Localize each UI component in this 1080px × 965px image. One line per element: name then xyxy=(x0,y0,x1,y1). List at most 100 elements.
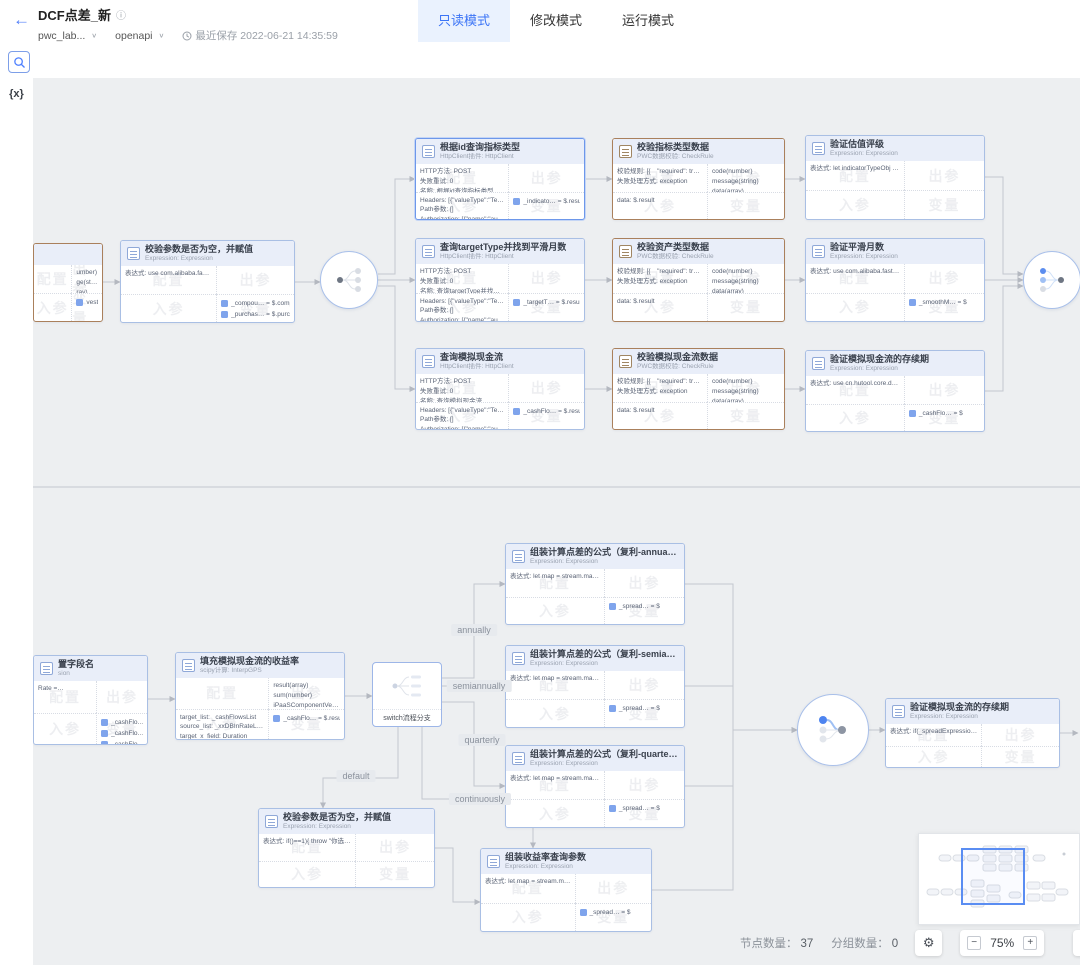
node-title: 组装计算点差的公式（复利-annualy） xyxy=(530,547,678,558)
node-header-text: 根据id查询指标类型HttpClient插件: HttpClient xyxy=(440,142,520,161)
edge-label: semiannually xyxy=(447,680,512,692)
quadrant-watermark: 出参 xyxy=(605,671,684,699)
variable-tag: _cashFlo… = InterestRate xyxy=(101,717,143,728)
node-quadrant: 配置表达式: let map = stream.map()… xyxy=(506,569,604,596)
flow-node[interactable]: 置字段名sion配置Rate =…出参入参变量_cashFlo… = Inter… xyxy=(33,655,148,745)
node-body: 配置校验规则: [{ "required": tru…失败处理方式: excep… xyxy=(613,374,784,429)
node-subtitle: Expression: Expression xyxy=(283,823,391,831)
flow-node[interactable]: 校验指标类型数据PWC数据校验: CheckRule配置校验规则: [{ "re… xyxy=(612,138,785,220)
back-icon[interactable]: ← xyxy=(13,10,30,30)
quadrant-watermark: 入参 xyxy=(806,294,904,321)
chevron-down-icon: ∨ xyxy=(91,32,97,39)
flow-node[interactable]: 根据id查询指标类型HttpClient插件: HttpClient配置HTTP… xyxy=(415,138,585,220)
node-header-text: 验证估值评级Expression: Expression xyxy=(830,139,898,158)
node-quadrant: 入参data: $.result xyxy=(613,293,707,321)
variable-tag: _cashFlo… = $.result.dat… xyxy=(513,406,580,417)
flow-node[interactable]: 校验参数是否为空，并赋值Expression: Expression配置表达式:… xyxy=(120,240,295,323)
quadrant-watermark: 出参 xyxy=(97,681,147,712)
quadrant-watermark: 出参 xyxy=(509,164,584,191)
search-button[interactable] xyxy=(8,51,30,73)
zoom-out-button[interactable]: − xyxy=(967,936,981,950)
flow-node[interactable]: 验证估值评级Expression: Expression 配置表达式: let i… xyxy=(805,135,985,220)
variable-icon xyxy=(221,311,228,318)
node-quadrant: 变量_targetT… = $.result.data xyxy=(508,293,584,321)
expression-panel-icon[interactable]: {x} xyxy=(0,88,33,100)
flow-node[interactable]: 验证模拟现金流的存续期Expression: Expression配置表达式: … xyxy=(885,698,1060,768)
quadrant-watermark: 出参 xyxy=(905,161,984,190)
node-header-text: 校验参数是否为空，并赋值Expression: Expression xyxy=(145,244,253,263)
node-body: 配置表达式: let map = stream.map()…出参入参变量_spr… xyxy=(506,771,684,827)
flow-node[interactable]: 验证平滑月数Expression: Expression配置表达式: use c… xyxy=(805,238,985,322)
clock-icon xyxy=(182,31,192,41)
flow-node[interactable]: 组装计算点差的公式（复利-semiannually）Expression: Ex… xyxy=(505,645,685,728)
flow-node[interactable]: 校验资产类型数据PWC数据校验: CheckRule配置校验规则: [{ "re… xyxy=(612,238,785,322)
node-quadrant: 配置表达式: let map = stream.map()… xyxy=(506,771,604,799)
node-quadrant: 配置HTTP方法: POST失败重试: 0名称: 查询模拟现金流ConnectT… xyxy=(416,374,508,401)
flow-node[interactable]: 组装计算点差的公式（复利-quarterly）Expression: Expre… xyxy=(505,745,685,828)
join-gateway[interactable] xyxy=(1023,251,1080,309)
merge-gateway[interactable] xyxy=(797,694,869,766)
node-body: 配置出参umber)ge(string)ray)入参变量vestm… = _in… xyxy=(34,265,102,321)
variable-tag: _spread… = $ xyxy=(580,907,648,918)
node-quadrant: 出参 xyxy=(604,671,684,699)
node-quadrant: 入参 xyxy=(806,190,904,219)
node-quadrant: 出参 xyxy=(904,161,984,190)
split-gateway[interactable] xyxy=(320,251,378,309)
node-subtitle: Expression: Expression xyxy=(830,150,898,158)
flow-node[interactable]: 校验参数是否为空，并赋值Expression: Expression配置表达式:… xyxy=(258,808,435,888)
variable-icon xyxy=(609,603,616,610)
variable-icon xyxy=(609,705,616,712)
node-title: 根据id查询指标类型 xyxy=(440,142,520,153)
flow-node[interactable]: 组装计算点差的公式（复利-annualy）Expression: Express… xyxy=(505,543,685,625)
node-header: 校验资产类型数据PWC数据校验: CheckRule xyxy=(613,239,784,264)
flow-node[interactable]: 填充模拟现金流的收益率scipy计算: InterpGPS配置出参result(… xyxy=(175,652,345,740)
node-title: 置字段名 xyxy=(58,659,94,670)
node-quadrant: 出参 xyxy=(604,771,684,799)
node-header-text: 组装计算点差的公式（复利-annualy）Expression: Express… xyxy=(530,547,678,566)
quadrant-watermark: 配置 xyxy=(34,265,71,293)
node-quadrant: 配置表达式: let map = stream.map()… xyxy=(506,671,604,699)
node-body: 配置表达式: let map = stream.map()…出参入参变量_spr… xyxy=(506,671,684,727)
flow-node[interactable]: 配置出参umber)ge(string)ray)入参变量vestm… = _in… xyxy=(33,243,103,322)
flow-node[interactable]: 组装收益率查询参数Expression: Expression配置表达式: le… xyxy=(480,848,652,932)
zoom-in-button[interactable]: + xyxy=(1023,936,1037,950)
node-quadrant: 变量 xyxy=(707,402,784,429)
left-sidebar: {x} xyxy=(0,78,33,965)
flow-node[interactable]: 验证模拟现金流的存续期Expression: Expression配置表达式: … xyxy=(805,350,985,432)
variable-icon xyxy=(513,198,520,205)
node-subtitle: HttpClient插件: HttpClient xyxy=(440,363,514,371)
minimap[interactable] xyxy=(918,833,1080,925)
flow-edge xyxy=(985,286,1023,391)
node-title: 填充模拟现金流的收益率 xyxy=(200,656,299,667)
info-icon[interactable]: ⓘ xyxy=(116,7,126,22)
node-body: 配置HTTP方法: POST失败重试: 0名称: 查询targetType并找到… xyxy=(416,264,584,321)
zoom-level: 75% xyxy=(990,936,1014,950)
api-select[interactable]: openapi xyxy=(115,30,152,42)
minimap-viewport[interactable] xyxy=(961,848,1025,905)
component-icon xyxy=(182,659,195,672)
flow-edge xyxy=(685,584,797,730)
flow-node[interactable]: 查询模拟现金流HttpClient插件: HttpClient配置HTTP方法:… xyxy=(415,348,585,430)
flow-canvas[interactable]: 节点数量：37 分组数量：0 ⚙ − 75% + 配置出参umber)ge(st… xyxy=(33,78,1080,965)
flow-node[interactable]: 校验模拟现金流数据PWC数据校验: CheckRule配置校验规则: [{ "r… xyxy=(612,348,785,430)
flow-edge xyxy=(985,177,1023,274)
node-title: 验证模拟现金流的存续期 xyxy=(830,354,929,365)
node-quadrant: 配置表达式: let indicatorTypeObj = _i… xyxy=(806,161,904,190)
edge-label: continuously xyxy=(449,793,511,805)
tab-read-mode[interactable]: 只读模式 xyxy=(418,0,510,42)
node-quadrant: 变量vestm… = _investm… xyxy=(71,293,102,321)
quadrant-watermark: 出参 xyxy=(605,569,684,596)
switch-node[interactable]: switch流程分支 xyxy=(372,662,442,727)
fit-view-button[interactable] xyxy=(1073,930,1080,956)
tab-edit-mode[interactable]: 修改模式 xyxy=(510,0,602,42)
workspace-select[interactable]: pwc_lab... xyxy=(38,30,85,42)
tab-run-mode[interactable]: 运行模式 xyxy=(602,0,694,42)
flow-node[interactable]: 查询targetType并找到平滑月数HttpClient插件: HttpCli… xyxy=(415,238,585,322)
quadrant-watermark: 出参 xyxy=(576,874,652,902)
node-quadrant: 出参umber)ge(string)ray) xyxy=(71,265,102,293)
edge-label: quarterly xyxy=(458,734,505,746)
node-header xyxy=(34,244,102,265)
variable-tag: _compou… = $.compoun… xyxy=(221,298,290,309)
plus-icon: + xyxy=(1027,937,1033,948)
settings-button[interactable]: ⚙ xyxy=(915,930,942,956)
